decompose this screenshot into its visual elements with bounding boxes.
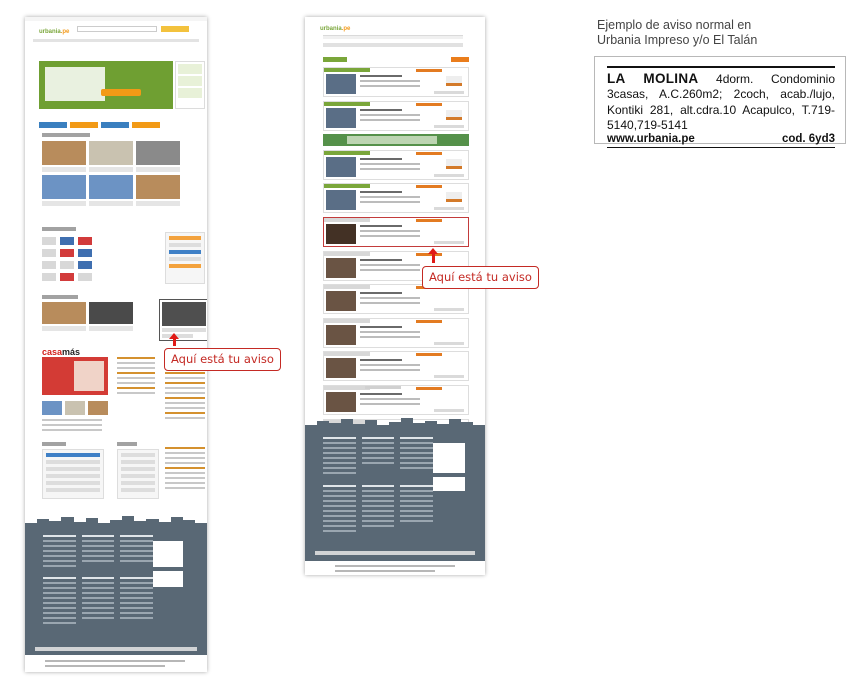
- results-callout-text: Aquí está tu aviso: [429, 270, 532, 284]
- results-footer-bar: [315, 551, 475, 555]
- home-header-ad[interactable]: [161, 26, 189, 32]
- results-callout: Aquí está tu aviso: [422, 266, 539, 289]
- note-title: Ejemplo de aviso normal en Urbania Impre…: [597, 18, 837, 48]
- facebook-section-title: [42, 442, 66, 446]
- note-title-line1: Ejemplo de aviso normal en: [597, 18, 752, 32]
- results-footer-bottom: [305, 561, 485, 575]
- casa-logo-suffix: más: [62, 347, 81, 357]
- home-search-input[interactable]: [77, 26, 157, 32]
- home-footer-links-2[interactable]: [43, 577, 153, 627]
- results-header: urbania.pe: [305, 17, 485, 51]
- result-card[interactable]: [323, 100, 469, 131]
- home-skyline: [25, 515, 207, 527]
- home-side-promo[interactable]: [175, 61, 205, 109]
- result-card[interactable]: [323, 149, 469, 180]
- result-card[interactable]: [323, 183, 469, 214]
- highlighted-result-card[interactable]: [323, 216, 469, 247]
- projects-section-title: [42, 133, 90, 137]
- project-card[interactable]: [42, 175, 86, 206]
- results-skyline: [305, 417, 485, 429]
- home-footer: [25, 527, 207, 655]
- projects-grid: [42, 141, 180, 206]
- result-card[interactable]: [323, 351, 469, 382]
- home-logo-text: urbania: [39, 29, 61, 35]
- project-card[interactable]: [42, 141, 86, 172]
- note-title-line2: Urbania Impreso y/o El Talán: [597, 33, 758, 47]
- casa-mas-hero[interactable]: [42, 357, 108, 395]
- home-footer-links[interactable]: [43, 535, 153, 570]
- real-estate-section-title: [42, 227, 76, 231]
- print-ad-inner: LA MOLINA 4dorm. Condominio 3casas, A.C.…: [607, 66, 835, 148]
- print-ad-bottom-rule: [607, 146, 835, 148]
- home-logo[interactable]: urbania.pe: [39, 29, 69, 35]
- home-quick-buttons[interactable]: [39, 113, 203, 128]
- print-ad-footer: www.urbania.pe cod. 6yd3: [607, 133, 835, 145]
- home-search-button[interactable]: [101, 89, 141, 96]
- casa-captions: [42, 419, 102, 434]
- home-footer-ad[interactable]: [153, 541, 183, 567]
- results-filter-bar[interactable]: [323, 35, 463, 39]
- home-top-bar: [25, 17, 207, 21]
- featured-card[interactable]: [42, 302, 86, 331]
- casa-mas-logo[interactable]: casamás: [42, 347, 80, 357]
- results-footer-links[interactable]: [323, 437, 433, 477]
- result-card[interactable]: [323, 67, 469, 97]
- results-toolbar: [323, 57, 469, 63]
- results-footer-links-2[interactable]: [323, 485, 433, 535]
- home-header: urbania.pe: [25, 17, 207, 47]
- results-pager[interactable]: [365, 386, 401, 389]
- highlighted-ad-slot[interactable]: [159, 299, 207, 341]
- featured-section-title: [42, 295, 78, 299]
- real-estate-logos[interactable]: [42, 237, 92, 281]
- project-card[interactable]: [136, 141, 180, 172]
- casa-thumb[interactable]: [65, 401, 85, 415]
- home-page-screenshot: urbania.pe casamás: [25, 17, 207, 672]
- casa-thumbs: [42, 401, 108, 415]
- featured-grid: [42, 302, 133, 331]
- results-logo-text: urbania: [320, 26, 342, 32]
- result-card[interactable]: [323, 384, 469, 415]
- home-nav-bar[interactable]: [33, 39, 199, 42]
- facebook-widget[interactable]: [42, 449, 104, 499]
- results-sort-button[interactable]: [323, 57, 347, 62]
- home-arrow-shaft: [172, 338, 176, 346]
- results-tabs[interactable]: [323, 43, 463, 47]
- twitter-section-title: [117, 442, 137, 446]
- home-callout: Aquí está tu aviso: [164, 348, 281, 371]
- project-card[interactable]: [89, 141, 133, 172]
- casa-articles[interactable]: [117, 357, 155, 397]
- results-footer-ad[interactable]: [433, 443, 465, 473]
- services-promo[interactable]: [165, 232, 205, 284]
- home-search-panel[interactable]: [39, 61, 173, 109]
- promo-list[interactable]: [165, 447, 205, 492]
- featured-card[interactable]: [89, 302, 133, 331]
- print-ad-top-rule: [607, 66, 835, 68]
- print-ad-example: LA MOLINA 4dorm. Condominio 3casas, A.C.…: [594, 56, 846, 148]
- results-logo-suffix: .pe: [341, 26, 351, 32]
- project-card[interactable]: [136, 175, 180, 206]
- casa-logo-prefix: casa: [42, 347, 63, 357]
- twitter-widget[interactable]: [117, 449, 159, 499]
- home-logo-suffix: .pe: [60, 29, 70, 35]
- results-banner[interactable]: [323, 134, 469, 147]
- results-footer-ad-2[interactable]: [433, 477, 465, 491]
- casa-thumb[interactable]: [88, 401, 108, 415]
- print-ad-lead: LA MOLINA: [607, 70, 699, 86]
- home-footer-bar: [35, 647, 197, 651]
- results-logo[interactable]: urbania.pe: [320, 26, 350, 32]
- home-callout-text: Aquí está tu aviso: [171, 352, 274, 366]
- results-footer: [305, 429, 485, 561]
- print-ad-code: cod. 6yd3: [781, 132, 835, 145]
- print-ad-site: www.urbania.pe: [607, 132, 695, 145]
- highlighted-ad-image: [162, 302, 206, 326]
- print-ad-text: LA MOLINA 4dorm. Condominio 3casas, A.C.…: [607, 71, 835, 134]
- results-page-screenshot: urbania.pe: [305, 17, 485, 575]
- project-card[interactable]: [89, 175, 133, 206]
- home-footer-bottom: [25, 655, 207, 672]
- casa-thumb[interactable]: [42, 401, 62, 415]
- results-arrow-shaft: [431, 253, 435, 263]
- result-card[interactable]: [323, 317, 469, 348]
- results-alert-button[interactable]: [451, 57, 469, 62]
- home-footer-ad-2[interactable]: [153, 571, 183, 587]
